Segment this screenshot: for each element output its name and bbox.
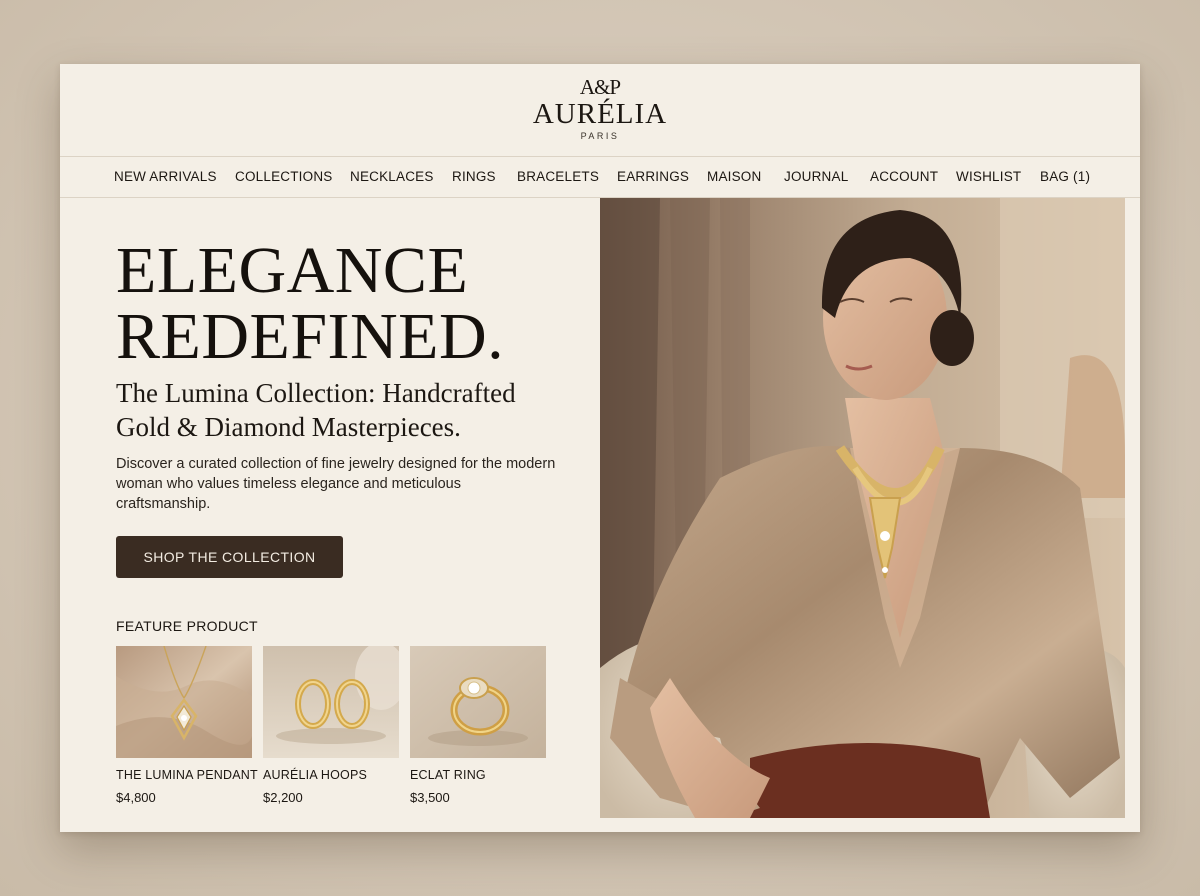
hero-title-line-1: ELEGANCE xyxy=(116,234,469,307)
product-name[interactable]: THE LUMINA PENDANT xyxy=(116,768,258,782)
hero-model-image xyxy=(600,198,1125,818)
brand-monogram: A&P xyxy=(579,75,621,99)
product-card-eclat-ring[interactable]: ECLAT RING $3,500 xyxy=(410,646,546,805)
nav-new-arrivals[interactable]: NEW ARRIVALS xyxy=(114,157,217,197)
feature-product-heading: FEATURE PRODUCT xyxy=(116,618,258,634)
nav-collections[interactable]: COLLECTIONS xyxy=(235,157,332,197)
main-navigation: NEW ARRIVALS COLLECTIONS NECKLACES RINGS… xyxy=(60,156,1140,198)
shop-collection-button[interactable]: SHOP THE COLLECTION xyxy=(116,536,343,578)
nav-bracelets[interactable]: BRACELETS xyxy=(517,157,599,197)
nav-account[interactable]: ACCOUNT xyxy=(870,157,938,197)
product-name[interactable]: AURÉLIA HOOPS xyxy=(263,768,399,782)
nav-bag[interactable]: BAG (1) xyxy=(1040,157,1090,197)
product-name[interactable]: ECLAT RING xyxy=(410,768,546,782)
hero-subtitle-line-1: The Lumina Collection: Handcrafted xyxy=(116,378,516,408)
nav-wishlist[interactable]: WISHLIST xyxy=(956,157,1021,197)
diamond-ring-icon[interactable] xyxy=(410,646,546,758)
nav-earrings[interactable]: EARRINGS xyxy=(617,157,689,197)
hero-subtitle: The Lumina Collection: Handcrafted Gold … xyxy=(116,376,576,444)
product-card-aurelia-hoops[interactable]: AURÉLIA HOOPS $2,200 xyxy=(263,646,399,805)
hoop-earrings-icon[interactable] xyxy=(263,646,399,758)
brand-location: PARIS xyxy=(580,131,620,141)
hero-description: Discover a curated collection of fine je… xyxy=(116,456,556,512)
hero-title: ELEGANCE REDEFINED. xyxy=(116,238,596,370)
storefront-page: A&P AURÉLIA PARIS NEW ARRIVALS COLLECTIO… xyxy=(60,64,1140,832)
nav-journal[interactable]: JOURNAL xyxy=(784,157,848,197)
pendant-necklace-icon[interactable] xyxy=(116,646,252,758)
product-price: $3,500 xyxy=(410,790,450,805)
nav-necklaces[interactable]: NECKLACES xyxy=(350,157,434,197)
product-price: $2,200 xyxy=(263,790,303,805)
hero-title-line-2: REDEFINED. xyxy=(116,300,505,373)
brand-logo[interactable]: A&P AURÉLIA PARIS xyxy=(60,76,1140,141)
nav-maison[interactable]: MAISON xyxy=(707,157,761,197)
brand-name: AURÉLIA xyxy=(532,98,668,130)
hero-subtitle-line-2: Gold & Diamond Masterpieces. xyxy=(116,412,461,442)
product-price: $4,800 xyxy=(116,790,156,805)
nav-rings[interactable]: RINGS xyxy=(452,157,496,197)
product-card-lumina-pendant[interactable]: THE LUMINA PENDANT $4,800 xyxy=(116,646,258,805)
